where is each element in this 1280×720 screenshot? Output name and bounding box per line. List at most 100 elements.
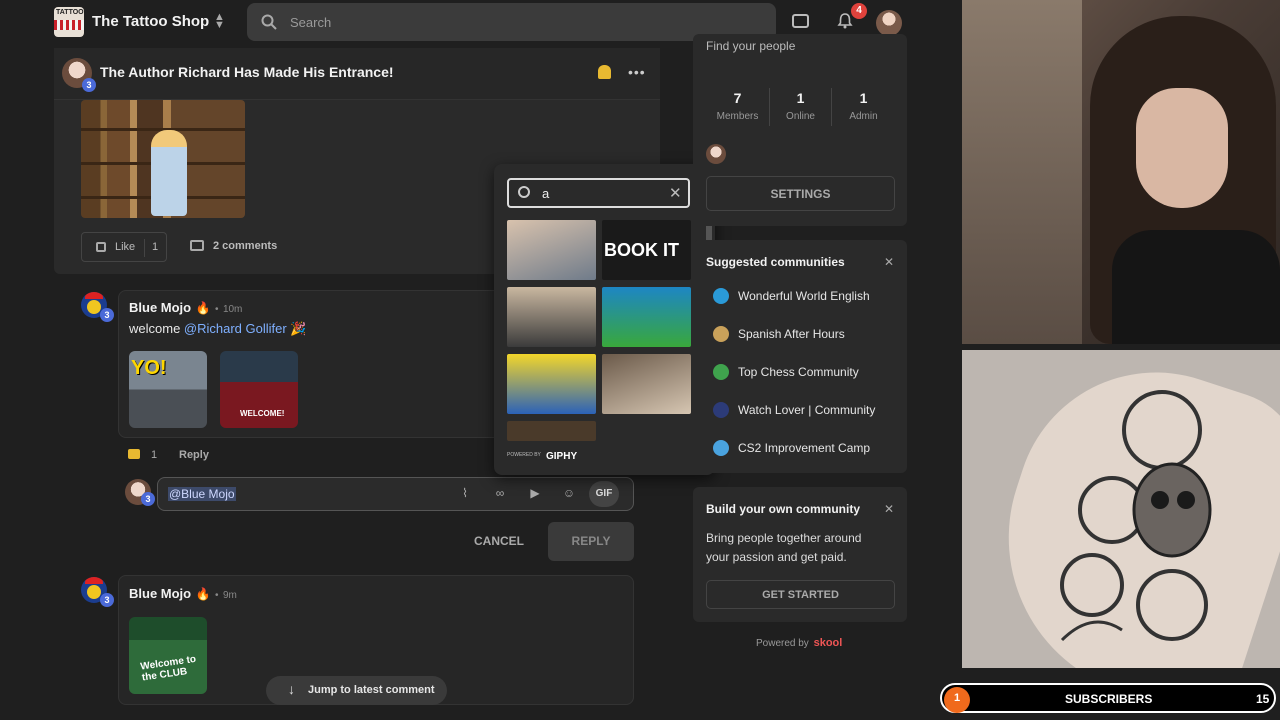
community-icon: [713, 326, 729, 342]
logo-text: TATTOO: [56, 9, 84, 16]
notification-badge: 4: [851, 3, 867, 19]
video-icon[interactable]: ▶: [528, 486, 542, 500]
emoji-icon[interactable]: ☺: [562, 486, 576, 500]
gif-caption-welcome: WELCOME!: [240, 409, 285, 418]
cancel-button[interactable]: CANCEL: [464, 529, 534, 554]
powered-by-label: POWERED BY: [507, 452, 541, 458]
webcam-tattoo-panel: [962, 350, 1280, 668]
comment-gif-yo[interactable]: YO!: [129, 351, 207, 428]
search-icon: [261, 14, 277, 30]
commenter-name[interactable]: Blue Mojo: [129, 300, 191, 315]
comment-time: 9m: [222, 590, 237, 601]
gif-result[interactable]: [507, 287, 596, 347]
gif-button[interactable]: GIF: [589, 481, 619, 507]
community-icon: [713, 440, 729, 456]
search-placeholder: Search: [290, 15, 332, 30]
comment-reply-link[interactable]: Reply: [179, 449, 209, 461]
comment-like-icon[interactable]: [128, 449, 140, 459]
community-icon: [713, 402, 729, 418]
gif-result[interactable]: BOOK IT: [602, 220, 691, 280]
fire-icon: 🔥: [195, 301, 211, 315]
gif-search-value: a: [542, 186, 550, 201]
arrow-down-icon: ↓: [288, 681, 295, 697]
stat-label: Members: [716, 111, 759, 122]
chat-icon[interactable]: [792, 14, 809, 28]
attach-icon[interactable]: ⌇: [458, 486, 472, 500]
community-icon: [713, 364, 729, 380]
get-started-button[interactable]: GET STARTED: [706, 580, 895, 609]
comment-text-prefix: welcome: [129, 321, 184, 336]
suggested-communities-card: [693, 240, 907, 473]
community-link[interactable]: Top Chess Community: [738, 365, 859, 379]
community-link[interactable]: Watch Lover | Community: [738, 403, 875, 417]
avatar-face: [87, 300, 101, 314]
gif-result[interactable]: [602, 354, 691, 414]
post-notification-bell-icon[interactable]: [598, 65, 611, 79]
reply-button[interactable]: REPLY: [548, 522, 634, 561]
gif-result[interactable]: [507, 220, 596, 280]
avatar-face: [87, 585, 101, 599]
gif-result[interactable]: [507, 354, 596, 414]
link-icon[interactable]: ∞: [493, 486, 507, 500]
like-divider: [144, 239, 145, 257]
community-link[interactable]: Wonderful World English: [738, 289, 870, 303]
comment-time: 10m: [222, 304, 243, 315]
community-link[interactable]: CS2 Improvement Camp: [738, 441, 870, 455]
comment-meta: Blue Mojo 🔥 • 10m: [129, 299, 242, 317]
comment-gif-welcome[interactable]: WELCOME!: [220, 351, 298, 428]
clear-search-icon[interactable]: ✕: [669, 184, 682, 202]
gif-result[interactable]: [602, 287, 691, 347]
comment-mention[interactable]: @Richard Gollifer: [184, 321, 287, 336]
post-gif-image[interactable]: [81, 100, 245, 218]
commenter-name[interactable]: Blue Mojo: [129, 586, 191, 601]
group-switcher-icon[interactable]: ▲ ▼: [214, 12, 225, 31]
comment-time-separator: •: [214, 590, 219, 601]
subscribers-count: 15: [1256, 692, 1270, 706]
gif-search-input[interactable]: a ✕: [507, 178, 690, 208]
community-icon: [713, 288, 729, 304]
group-logo[interactable]: TATTOO: [54, 7, 84, 37]
stat-members[interactable]: 7 Members: [706, 90, 769, 122]
subscriber-dot: 1: [944, 687, 970, 713]
stat-value: 7: [733, 90, 742, 106]
jump-label: Jump to latest comment: [308, 684, 435, 696]
author-level-badge: 3: [82, 78, 96, 92]
close-suggested-icon[interactable]: ✕: [884, 255, 894, 269]
logo-stripe: [54, 20, 84, 30]
post-more-icon[interactable]: •••: [628, 64, 646, 80]
post-title[interactable]: The Author Richard Has Made His Entrance…: [100, 64, 394, 80]
stat-online[interactable]: 1 Online: [770, 90, 831, 122]
like-button[interactable]: Like 1: [81, 232, 167, 262]
comment-gif-club[interactable]: Welcome to the CLUB: [129, 617, 207, 694]
settings-button[interactable]: SETTINGS: [706, 176, 895, 211]
comments-count-link[interactable]: 2 comments: [213, 240, 277, 252]
bell-icon[interactable]: [837, 13, 853, 29]
santa-hat: [85, 292, 103, 299]
stat-admin[interactable]: 1 Admin: [832, 90, 895, 122]
subscribers-label: SUBSCRIBERS: [1065, 692, 1153, 706]
stat-label: Online: [786, 111, 815, 122]
build-title: Build your own community: [706, 502, 861, 516]
commenter-level-badge: 3: [100, 308, 114, 322]
comment-time-separator: •: [214, 304, 219, 315]
skool-logo[interactable]: skool: [814, 637, 843, 649]
community-link[interactable]: Spanish After Hours: [738, 327, 845, 341]
powered-by-text: Powered by: [756, 638, 809, 649]
member-avatar[interactable]: [706, 144, 726, 164]
powered-by-skool: Powered by skool: [756, 637, 842, 649]
commenter-level-badge: 3: [100, 593, 114, 607]
close-build-icon[interactable]: ✕: [884, 502, 894, 516]
stat-value: 1: [796, 90, 805, 106]
find-people-text: Find your people: [706, 39, 796, 53]
group-name[interactable]: The Tattoo Shop: [92, 13, 209, 30]
subscribers-overlay: 1 SUBSCRIBERS 15: [940, 683, 1276, 713]
gif-result[interactable]: [602, 421, 691, 441]
user-avatar[interactable]: [876, 10, 902, 36]
reply-user-level-badge: 3: [141, 492, 155, 506]
gif-result[interactable]: [507, 421, 596, 441]
giphy-logo: GIPHY: [546, 451, 578, 462]
gif-caption-club: Welcome to the CLUB: [139, 653, 197, 684]
build-text: Bring people together around your passio…: [706, 531, 862, 564]
jump-to-latest-button[interactable]: ↓ Jump to latest comment: [266, 676, 447, 705]
fire-icon: 🔥: [195, 587, 211, 601]
